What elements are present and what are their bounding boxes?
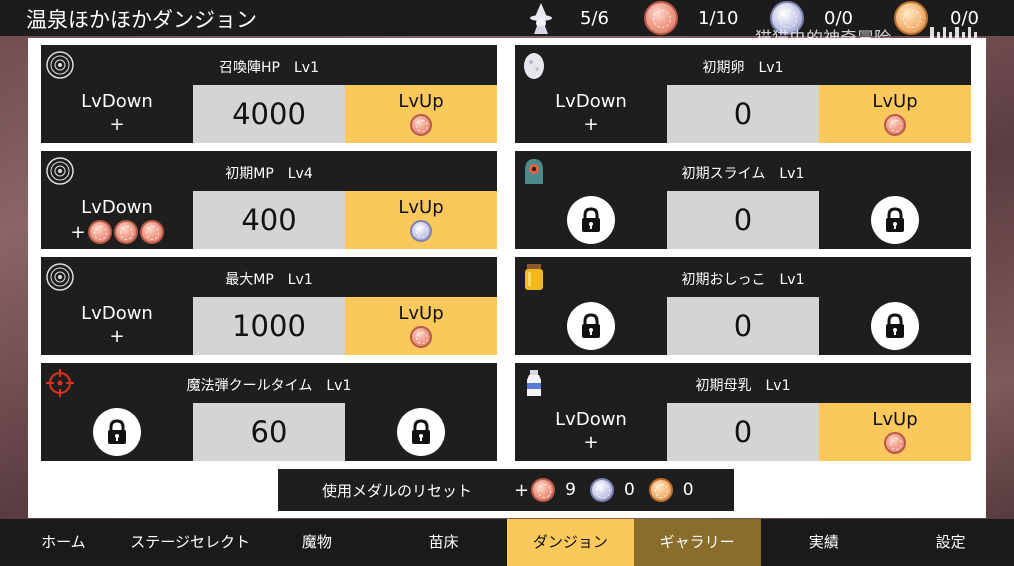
nav-settings[interactable]: 設定 [887, 519, 1014, 566]
card-title: 初期スライム Lv1 [681, 166, 805, 182]
card-title: 初期おしっこ Lv1 [681, 272, 805, 288]
level-down-button[interactable]: LvDown + [515, 403, 667, 461]
lock-icon [93, 408, 141, 456]
lock-icon [871, 302, 919, 350]
lock-icon [397, 408, 445, 456]
upgrade-card-initial-egg: 初期卵 Lv1 LvDown + 0 LvUp [515, 45, 971, 143]
lock-icon [567, 196, 615, 244]
level-up-button[interactable]: LvUp [345, 85, 497, 143]
nav-stage-select[interactable]: ステージセレクト [127, 519, 254, 566]
red-medal-icon [410, 114, 432, 136]
silver-medal-icon [589, 478, 614, 502]
red-medal-counter: 1/10 [644, 0, 738, 36]
reset-plus: + [514, 479, 530, 501]
nav-achievements[interactable]: 実績 [761, 519, 888, 566]
witch-icon [524, 1, 558, 35]
upgrade-card-initial-slime: 初期スライム Lv1 0 [515, 151, 971, 249]
game-title: 温泉ほかほかダンジョン [26, 8, 257, 32]
bottom-navigation: ホーム ステージセレクト 魔物 苗床 ダンジョン ギャラリー 実績 設定 [0, 519, 1014, 566]
red-medal-icon [644, 1, 678, 35]
level-up-button[interactable]: LvUp [819, 403, 971, 461]
stat-value: 0 [667, 297, 819, 355]
lock-icon [871, 196, 919, 244]
witch-count: 5/6 [580, 7, 609, 29]
nav-home[interactable]: ホーム [0, 519, 127, 566]
reset-gold-count: 0 [682, 480, 694, 500]
red-medal-icon [87, 220, 112, 244]
level-down-button[interactable]: LvDown + [41, 297, 193, 355]
dungeon-upgrade-panel: 召喚陣HP Lv1 LvDown + 4000 LvUp 初期卵 Lv1 LvD… [28, 38, 986, 518]
stat-value: 1000 [193, 297, 345, 355]
red-medal-icon [531, 478, 556, 502]
level-up-button[interactable]: LvUp [345, 191, 497, 249]
gold-medal-icon [894, 1, 928, 35]
stat-value: 4000 [193, 85, 345, 143]
card-title: 初期MP Lv4 [225, 166, 313, 182]
locked-down-button [515, 297, 667, 355]
locked-down-button [41, 403, 193, 461]
level-up-button[interactable]: LvUp [345, 297, 497, 355]
witch-counter: 5/6 [524, 0, 609, 36]
red-medal-icon [410, 326, 432, 348]
stat-value: 60 [193, 403, 345, 461]
level-down-button[interactable]: LvDown + [41, 85, 193, 143]
card-title: 初期卵 Lv1 [702, 60, 784, 76]
card-title: 最大MP Lv1 [225, 272, 313, 288]
medal-reset-button[interactable]: 使用メダルのリセット + 9 0 0 [278, 469, 734, 511]
red-medal-icon [884, 432, 906, 454]
card-title: 魔法弾クールタイム Lv1 [186, 378, 352, 394]
red-medal-icon [113, 220, 138, 244]
plus-label: + [583, 432, 599, 453]
locked-up-button [819, 297, 971, 355]
locked-down-button [515, 191, 667, 249]
red-medal-icon [139, 220, 164, 244]
plus-label: + [109, 114, 125, 135]
reset-silver-count: 0 [623, 480, 635, 500]
card-title: 初期母乳 Lv1 [695, 378, 791, 394]
gold-medal-icon [648, 478, 673, 502]
upgrade-card-initial-pee: 初期おしっこ Lv1 0 [515, 257, 971, 355]
reset-red-count: 9 [565, 480, 576, 500]
nav-gallery[interactable]: ギャラリー [633, 519, 761, 566]
upgrade-card-max-mp: 最大MP Lv1 LvDown + 1000 LvUp [41, 257, 497, 355]
nav-nursery[interactable]: 苗床 [380, 519, 507, 566]
silver-medal-icon [410, 220, 432, 242]
upgrade-card-magic-bullet-cooldown: 魔法弾クールタイム Lv1 60 [41, 363, 497, 461]
nav-dungeon[interactable]: ダンジョン [507, 519, 634, 566]
stat-value: 0 [667, 191, 819, 249]
stat-value: 400 [193, 191, 345, 249]
plus-label: + [41, 220, 193, 244]
red-medal-icon [884, 114, 906, 136]
upgrade-card-initial-mp: 初期MP Lv4 LvDown + 400 LvUp [41, 151, 497, 249]
card-title: 召喚陣HP Lv1 [219, 60, 319, 76]
lock-icon [567, 302, 615, 350]
plus-label: + [583, 114, 599, 135]
upgrade-card-summon-hp: 召喚陣HP Lv1 LvDown + 4000 LvUp [41, 45, 497, 143]
red-medal-count: 1/10 [698, 7, 739, 29]
stat-value: 0 [667, 403, 819, 461]
level-up-button[interactable]: LvUp [819, 85, 971, 143]
reset-label: 使用メダルのリセット [322, 481, 473, 500]
plus-label: + [109, 326, 125, 347]
level-down-button[interactable]: LvDown + [515, 85, 667, 143]
locked-up-button [345, 403, 497, 461]
level-down-button[interactable]: LvDown + [41, 191, 193, 249]
locked-up-button [819, 191, 971, 249]
stat-value: 0 [667, 85, 819, 143]
nav-monsters[interactable]: 魔物 [254, 519, 381, 566]
upgrade-card-initial-milk: 初期母乳 Lv1 LvDown + 0 LvUp [515, 363, 971, 461]
